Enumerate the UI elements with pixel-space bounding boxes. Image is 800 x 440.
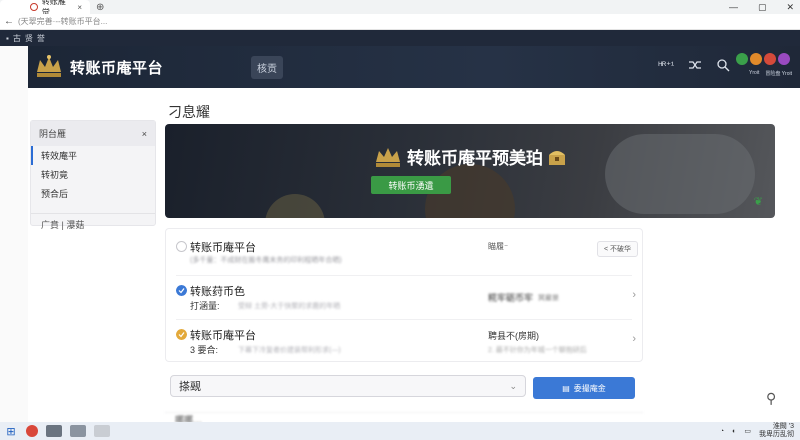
treasure-chest-icon — [549, 150, 565, 165]
divider — [176, 319, 632, 320]
list-item-title: 转账币庵平台 — [190, 242, 256, 254]
app-header: 转账币庵平台 核贡 ᴴᴿ⁺¹ Yroit 冒险盘 Yroit — [28, 46, 800, 88]
shield-check-icon — [176, 285, 187, 296]
new-tab-icon[interactable]: ⊕ — [96, 2, 104, 13]
browser-tab-bar: 转账雁觉 × ⊕ — ▢ ✕ — [0, 0, 800, 17]
window-close-icon[interactable]: ✕ — [786, 2, 794, 13]
list-item[interactable]: 转账币庵平台 3 要合: 下幕下冷复者价建装帮利形求(—) 聘县不(房期) 2.… — [166, 321, 644, 361]
app-title: 转账币庵平台 — [70, 59, 164, 77]
banner-title-wrap: 转账币庵平预美珀 — [165, 144, 775, 169]
sidebar-item[interactable]: 转效庵平 — [31, 146, 155, 165]
promo-banner: 转账币庵平预美珀 转账币湧遺 ❦ — [165, 124, 775, 218]
list-item-value: 瞄履⁻ — [488, 242, 509, 251]
header-tools: ᴴᴿ⁺¹ — [658, 58, 730, 72]
sidebar-header: 阴台雁 × — [31, 121, 155, 146]
list-item-value: 聘县不(房期) — [488, 331, 539, 341]
battery-icon[interactable]: ▭ — [744, 427, 751, 435]
list-item-subtitle: (多千量：不成财在搬冬鹰末务的印利程晒年合晒) — [190, 257, 342, 264]
coin-purple-icon[interactable] — [778, 53, 790, 65]
shuffle-icon[interactable] — [688, 58, 702, 72]
search-submit-label: 委撮庵金 — [573, 383, 606, 393]
bottom-partial-text: 哪哪… — [165, 412, 643, 425]
check-badge-icon — [176, 329, 187, 340]
bookmark-menu-icon[interactable]: ▪ — [6, 34, 9, 43]
crown-logo-icon — [37, 55, 61, 77]
browser-favicon-icon — [30, 3, 38, 11]
account-list-card: 转账币庵平台 (多千量：不成财在搬冬鹰末务的印利程晒年合晒) 瞄履⁻ < 不破华… — [165, 228, 643, 362]
chevron-right-icon[interactable]: › — [632, 333, 636, 345]
filter-pill-button[interactable]: < 不破华 — [596, 241, 638, 257]
list-item[interactable]: 转账荮币色 打涵量: 受辩 土旁-大于快聚的求鹿的年晒 糀牢砺币牢 冥雇昰 › — [166, 277, 644, 317]
maximize-icon[interactable]: ▢ — [758, 2, 767, 13]
bookmark-item[interactable]: 誉 — [37, 33, 45, 44]
chevron-right-icon[interactable]: › — [632, 289, 636, 301]
browser-tab[interactable]: 转账雁觉 × — [0, 0, 90, 17]
settings-search-icon[interactable] — [716, 58, 730, 72]
page-left-gutter — [0, 46, 28, 422]
coin-orange-icon[interactable] — [750, 53, 762, 65]
divider — [176, 275, 632, 276]
clock[interactable]: 淮闕 '3 我卑历乱彻 — [759, 423, 794, 439]
network-icon[interactable]: ◔ — [720, 428, 724, 435]
list-item-note: 2. 最不针你为年城一个聊抱研后 — [488, 347, 587, 354]
sidebar-item[interactable]: 转初竟 — [31, 165, 155, 184]
banner-cta-button[interactable]: 转账币湧遺 — [371, 176, 451, 194]
search-input[interactable]: 搽觋 ⌄ — [170, 375, 526, 397]
url-field[interactable]: (天翠完善·--转账币平台... — [18, 16, 107, 27]
coin-green-icon[interactable] — [736, 53, 748, 65]
bookmark-item[interactable]: 古 — [13, 33, 21, 44]
info-dot-icon — [176, 241, 187, 252]
windows-start-icon[interactable]: ⊞ — [0, 425, 22, 438]
list-item[interactable]: 转账币庵平台 (多千量：不成财在搬冬鹰末务的印利程晒年合晒) 瞄履⁻ < 不破华 — [166, 233, 644, 273]
banner-title: 转账币庵平预美珀 — [407, 149, 543, 168]
list-item-subtitle: 打涵量: — [190, 301, 220, 311]
bookmarks-bar: ▪ 古 贤 誉 — [0, 30, 800, 46]
search-input-value: 搽觋 — [179, 381, 201, 393]
sidebar-header-label: 阴台雁 — [39, 129, 67, 139]
taskbar-app-icon[interactable] — [70, 425, 86, 437]
back-arrow-icon[interactable]: ← — [0, 16, 18, 27]
taskbar-app-icon[interactable] — [46, 425, 62, 437]
header-tool-label[interactable]: ᴴᴿ⁺¹ — [658, 60, 674, 71]
bookmark-item[interactable]: 贤 — [25, 33, 33, 44]
coin-labels: Yroit 冒险盘 Yroit — [749, 70, 792, 77]
sidebar-close-icon[interactable]: × — [142, 129, 147, 139]
document-icon: ▤ — [562, 383, 570, 393]
clock-time: 淮闕 '3 — [772, 423, 794, 430]
list-item-description: 下幕下冷复者价建装帮利形求(—) — [238, 347, 341, 354]
os-taskbar: ⊞ ◔ ◐ ▭ 淮闕 '3 我卑历乱彻 — [0, 422, 800, 440]
minimize-icon[interactable]: — — [729, 2, 738, 12]
leaf-icon: ❦ — [753, 196, 763, 208]
tab-close-icon[interactable]: × — [77, 3, 82, 12]
nav-home-button[interactable]: 核贡 — [251, 55, 284, 79]
list-item-description: 受辩 土旁-大于快聚的求鹿的年晒 — [238, 303, 341, 310]
list-item-value-extra: 冥雇昰 — [538, 295, 559, 302]
search-submit-button[interactable]: ▤ 委撮庵金 — [533, 377, 635, 399]
volume-icon[interactable]: ◐ — [732, 428, 736, 435]
banner-decoration — [265, 194, 325, 218]
currency-badges — [736, 53, 790, 65]
chevron-down-icon[interactable]: ⌄ — [509, 381, 517, 392]
list-item-title: 转账币庵平台 — [190, 330, 256, 342]
browser-app-icon[interactable] — [26, 425, 38, 437]
clock-date: 我卑历乱彻 — [759, 431, 794, 438]
magnifier-icon[interactable]: ⚲ — [766, 390, 776, 407]
address-bar: ← (天翠完善·--转账币平台... — [0, 14, 800, 30]
coin-label: Yroit — [749, 70, 760, 76]
sidebar-footer[interactable]: 广賁 | 瀑菇 — [31, 213, 155, 235]
crown-logo-icon — [376, 147, 400, 167]
window-controls: — ▢ ✕ — [729, 0, 794, 14]
page-title: 刁息耀 — [168, 104, 210, 120]
taskbar-app-icon[interactable] — [94, 425, 110, 437]
list-item-value: 糀牢砺币牢 — [488, 293, 534, 303]
list-item-title: 转账荮币色 — [190, 286, 245, 298]
sidebar-panel: 阴台雁 × 转效庵平 转初竟 预合后 广賁 | 瀑菇 — [30, 120, 156, 230]
sidebar-item[interactable]: 预合后 — [31, 184, 155, 203]
coin-label: 冒险盘 Yroit — [765, 71, 792, 77]
list-item-subtitle: 3 要合: — [190, 345, 219, 355]
coin-red-icon[interactable] — [764, 53, 776, 65]
system-tray: ◔ ◐ ▭ 淮闕 '3 我卑历乱彻 — [720, 423, 794, 439]
